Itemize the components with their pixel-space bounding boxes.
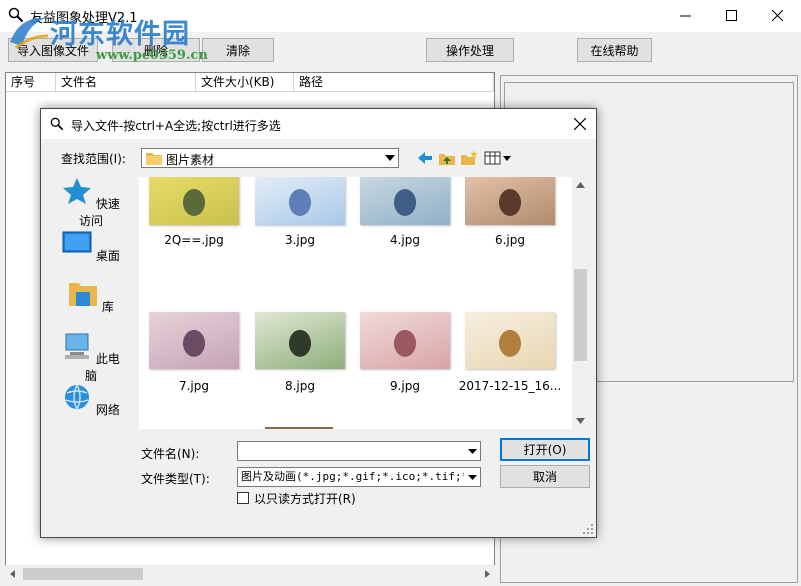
readonly-checkbox[interactable]	[237, 492, 249, 504]
filename-label: 文件名(N):	[141, 447, 200, 461]
library-icon	[69, 283, 98, 306]
watermark-url: www.pc0359.cn	[96, 48, 208, 63]
dialog-titlebar: 导入文件-按ctrl+A全选;按ctrl进行多选	[41, 109, 596, 139]
file-name-label: 4.jpg	[389, 233, 421, 247]
minimize-button[interactable]	[662, 0, 708, 31]
column-header-index[interactable]: 序号	[6, 73, 56, 92]
place-network[interactable]: 网络	[61, 383, 121, 418]
back-arrow-icon[interactable]	[416, 149, 434, 167]
dialog-title: 导入文件-按ctrl+A全选;按ctrl进行多选	[71, 119, 281, 133]
scroll-up-icon[interactable]	[576, 182, 585, 188]
file-name-label: 6.jpg	[494, 233, 526, 247]
star-icon	[63, 178, 92, 204]
maximize-button[interactable]	[708, 0, 754, 31]
chevron-down-icon	[467, 474, 477, 480]
network-icon	[65, 384, 90, 411]
place-library[interactable]: 库	[61, 280, 121, 315]
file-name-label: 3.jpg	[284, 233, 316, 247]
place-this-pc[interactable]: 此电脑	[61, 332, 121, 384]
computer-icon	[65, 333, 90, 359]
list-hscroll-thumb[interactable]	[23, 568, 143, 580]
watermark-logo-icon	[10, 17, 49, 50]
look-in-dropdown[interactable]: 图片素材	[141, 148, 399, 168]
file-name-label: 8.jpg	[284, 379, 316, 393]
filetype-value: 图片及动画(*.jpg;*.gif;*.ico;*.tif;*.	[241, 470, 475, 483]
column-header-filename[interactable]: 文件名	[56, 73, 196, 92]
chevron-down-icon	[385, 155, 395, 161]
open-button[interactable]: 打开(O)	[500, 438, 590, 461]
file-thumbnail[interactable]	[149, 312, 239, 369]
filename-dropdown-button[interactable]	[464, 442, 480, 460]
scroll-down-icon[interactable]	[576, 418, 585, 424]
chevron-down-icon	[467, 448, 477, 454]
file-thumbnail[interactable]	[255, 177, 345, 225]
file-name-label: 2017-12-15_16...	[458, 379, 562, 393]
place-label: 库	[101, 300, 114, 314]
file-thumbnail[interactable]	[149, 177, 239, 225]
scroll-left-icon[interactable]	[9, 570, 17, 578]
online-help-button[interactable]: 在线帮助	[577, 38, 652, 62]
file-view-scrollbar[interactable]	[572, 177, 589, 429]
clear-button[interactable]: 清除	[202, 38, 274, 62]
filetype-dropdown-button[interactable]	[464, 468, 480, 486]
look-in-label: 查找范围(I):	[61, 152, 126, 166]
file-thumbnail-partial[interactable]	[265, 427, 333, 429]
dialog-close-icon[interactable]	[574, 118, 586, 130]
view-menu-icon[interactable]	[484, 149, 512, 167]
file-thumbnail[interactable]	[360, 177, 450, 225]
resize-grip-icon[interactable]	[582, 523, 594, 535]
minimize-icon	[679, 15, 691, 17]
column-header-path[interactable]: 路径	[294, 73, 494, 92]
maximize-icon	[725, 10, 737, 21]
close-icon	[771, 10, 783, 21]
list-horizontal-scrollbar[interactable]	[5, 565, 495, 582]
up-folder-icon[interactable]	[438, 149, 456, 167]
new-folder-icon[interactable]	[460, 149, 478, 167]
file-thumbnail[interactable]	[360, 312, 450, 369]
file-view-scroll-thumb[interactable]	[574, 269, 587, 361]
folder-icon	[146, 153, 162, 165]
desktop-icon	[62, 231, 92, 253]
magnifier-icon	[50, 117, 64, 131]
file-view[interactable]: 2Q==.jpg 3.jpg 4.jpg 6.jpg 7.jpg 8.jpg 9.jpg 20…	[139, 177, 586, 429]
readonly-label: 以只读方式打开(R)	[254, 492, 356, 506]
place-desktop[interactable]: 桌面	[61, 229, 121, 264]
place-label: 桌面	[95, 249, 120, 263]
filetype-label: 文件类型(T):	[141, 472, 210, 486]
file-thumbnail[interactable]	[465, 177, 555, 225]
place-label: 网络	[95, 403, 120, 417]
import-file-dialog: 导入文件-按ctrl+A全选;按ctrl进行多选 查找范围(I): 图片素材 快…	[40, 108, 597, 538]
file-name-label: 2Q==.jpg	[164, 233, 224, 247]
file-name-label: 9.jpg	[389, 379, 421, 393]
filetype-dropdown[interactable]: 图片及动画(*.jpg;*.gif;*.ico;*.tif;*.	[237, 467, 481, 487]
close-button[interactable]	[754, 0, 800, 31]
column-header-filesize[interactable]: 文件大小(KB)	[196, 73, 294, 92]
cancel-button[interactable]: 取消	[500, 465, 590, 488]
process-button[interactable]: 操作处理	[426, 38, 514, 62]
file-thumbnail[interactable]	[465, 312, 555, 369]
look-in-value: 图片素材	[166, 153, 215, 167]
scroll-right-icon[interactable]	[483, 570, 491, 578]
filename-input[interactable]	[237, 441, 481, 461]
file-thumbnail[interactable]	[255, 312, 345, 369]
file-name-label: 7.jpg	[178, 379, 210, 393]
place-quick-access[interactable]: 快速访问	[61, 177, 121, 229]
watermark-logo-text: 河东软件园	[50, 19, 190, 50]
